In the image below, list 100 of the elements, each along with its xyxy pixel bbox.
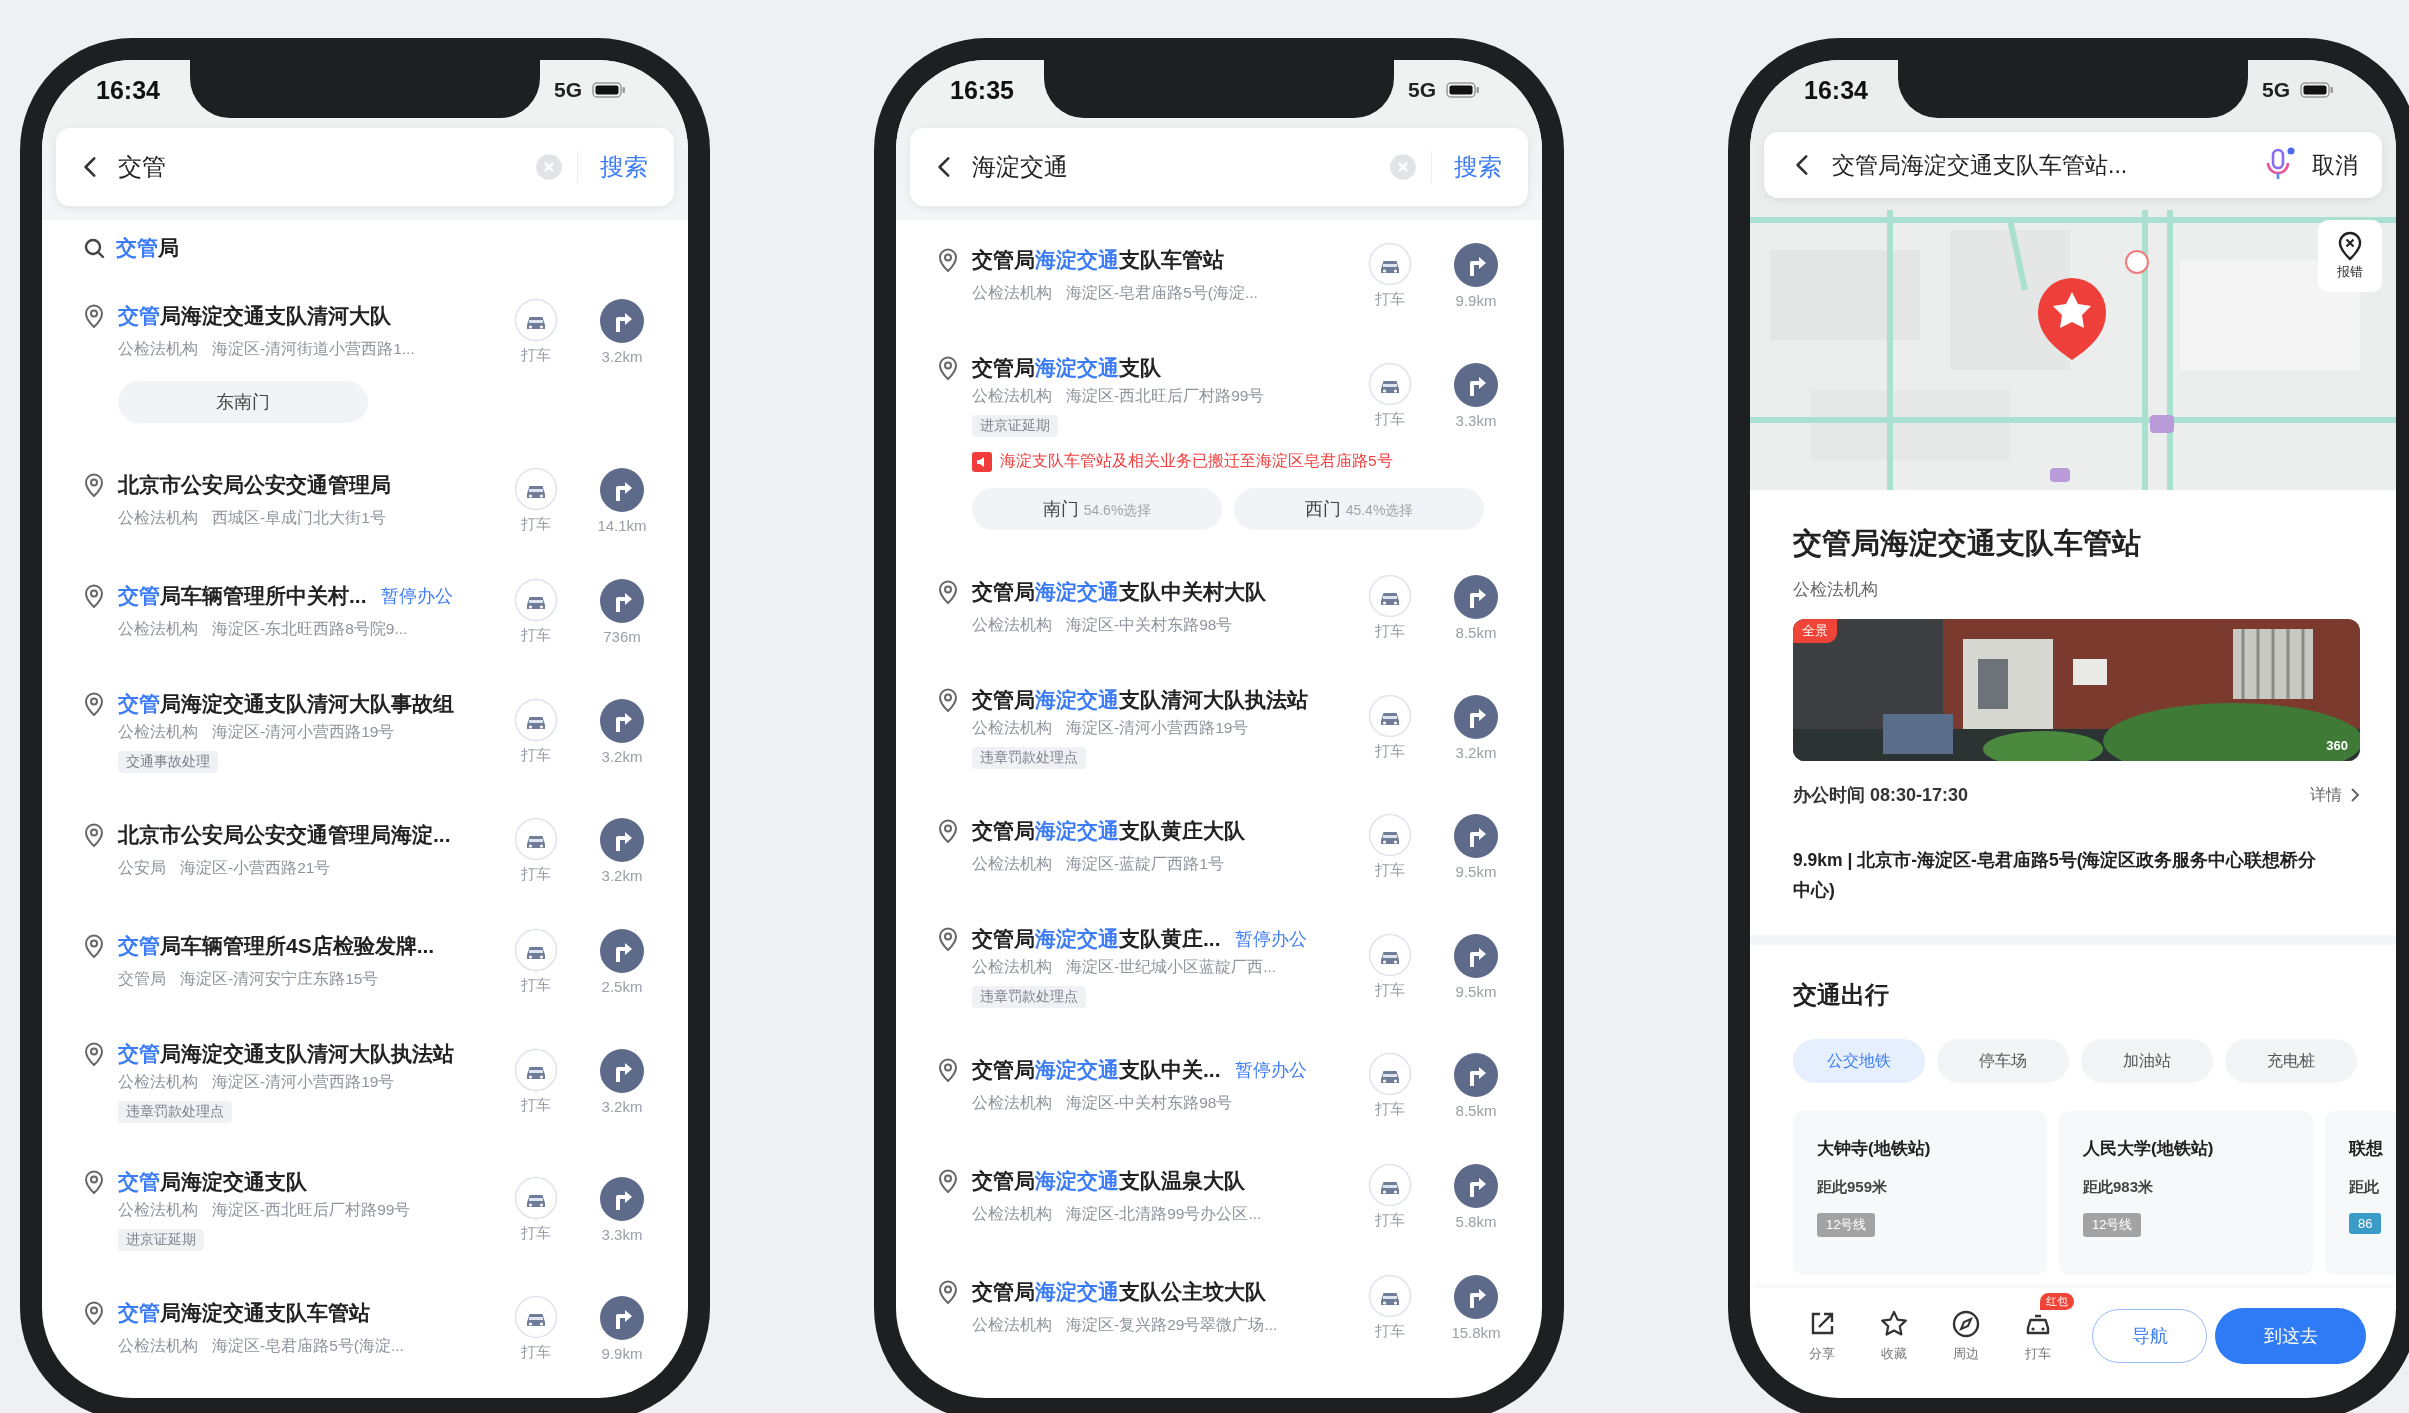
car-icon — [514, 928, 558, 972]
taxi-button[interactable]: 打车 — [498, 1295, 574, 1362]
address-text: 海淀区-中关村东路98号 — [1066, 1093, 1233, 1114]
result-item[interactable]: 交管局海淀交通支队车管站 公检法机构 海淀区-皂君庙路5号(海淀... 打车 9.9km — [896, 220, 1542, 331]
route-button[interactable]: 3.2km — [582, 298, 662, 365]
station-name: 大钟寺(地铁站) — [1817, 1138, 1931, 1160]
result-item[interactable]: 交管局海淀交通支队黄庄... 暂停办公 公检法机构 海淀区-世纪城小区蓝靛厂西... 违章罚款处理点 打车 9.5km — [896, 902, 1542, 1030]
suggestion-text[interactable]: 交管局 — [116, 234, 179, 262]
taxi-button[interactable]: 打车 — [1352, 574, 1428, 641]
filter-chip[interactable]: 公交地铁 — [1793, 1039, 1925, 1083]
result-item[interactable]: 交管局海淀交通支队清河大队 公检法机构 海淀区-清河街道小营西路1... 打车 3.2km 东南门 — [42, 276, 688, 445]
search-query[interactable]: 交管 — [118, 151, 521, 183]
station-distance: 距此959米 — [1817, 1178, 1888, 1197]
taxi-button[interactable]: 打车 — [498, 817, 574, 884]
search-button[interactable]: 搜索 — [1431, 151, 1502, 183]
result-item[interactable]: 交管局海淀交通支队清河大队执法站 公检法机构 海淀区-清河小营西路19号 违章罚款处理点 打车 3.2km — [42, 1017, 688, 1145]
entrance-button[interactable]: 东南门 — [118, 381, 368, 423]
route-button[interactable]: 3.2km — [1436, 693, 1516, 761]
result-item[interactable]: 交管局海淀交通支队清河大队执法站 公检法机构 海淀区-清河小营西路19号 违章罚款处理点 打车 3.2km — [896, 663, 1542, 791]
place-name: 交管局海淀交通支队清河大队 — [118, 302, 391, 329]
filter-chip[interactable]: 充电桩 — [2225, 1039, 2357, 1083]
category-label: 公检法机构 — [972, 1204, 1052, 1225]
place-name: 交管局海淀交通支队清河大队事故组 — [118, 691, 454, 717]
entrance-button[interactable]: 南门 54.6%选择 — [972, 488, 1222, 530]
result-item[interactable]: 交管局海淀交通支队清河大队事故组 公检法机构 海淀区-清河小营西路19号 交通事故处理 打车 3.2km — [42, 667, 688, 795]
route-button[interactable]: 3.3km — [1436, 361, 1516, 429]
station-card[interactable]: 人民大学(地铁站) 距此983米 12号线 — [2059, 1111, 2313, 1275]
place-name: 交管局海淀交通支队中关... — [972, 1056, 1221, 1083]
go-here-button[interactable]: 到这去 — [2215, 1308, 2366, 1364]
taxi-button[interactable]: 打车 — [2006, 1309, 2070, 1363]
map-pin-icon — [2337, 231, 2363, 261]
taxi-button[interactable]: 打车 — [1352, 1163, 1428, 1230]
taxi-button[interactable]: 打车 — [1352, 813, 1428, 880]
taxi-button[interactable]: 打车 — [1352, 1274, 1428, 1341]
result-item[interactable]: 交管局海淀交通支队车管站 公检法机构 海淀区-皂君庙路5号(海淀... 打车 9.9km — [42, 1273, 688, 1384]
route-button[interactable]: 9.9km — [582, 1295, 662, 1362]
filter-chip[interactable]: 加油站 — [2081, 1039, 2213, 1083]
car-icon — [1368, 932, 1412, 977]
nearby-button[interactable]: 周边 — [1934, 1309, 1998, 1363]
search-query[interactable]: 海淀交通 — [972, 151, 1375, 183]
result-item[interactable]: 交管局车辆管理所中关村... 暂停办公 公检法机构 海淀区-东北旺西路8号院9... 打车 736m — [42, 556, 688, 667]
taxi-button[interactable]: 打车 — [498, 1175, 574, 1243]
search-query[interactable]: 交管局海淀交通支队车管站... — [1832, 149, 2246, 181]
route-button[interactable]: 14.1km — [582, 467, 662, 534]
station-card[interactable]: 联想 距此 86 — [2325, 1111, 2396, 1275]
result-item[interactable]: 交管局海淀交通支队公主坟大队 公检法机构 海淀区-复兴路29号翠微广场... 打车 15.8km — [896, 1252, 1542, 1363]
taxi-button[interactable]: 打车 — [1352, 693, 1428, 761]
cancel-button[interactable]: 取消 — [2312, 149, 2358, 181]
result-item[interactable]: 交管局车辆管理所4S店检验发牌... 交管局 海淀区-清河安宁庄东路15号 打车 2.5km — [42, 906, 688, 1017]
taxi-button[interactable]: 打车 — [498, 578, 574, 645]
entrance-button[interactable]: 西门 45.4%选择 — [1234, 488, 1484, 530]
result-item[interactable]: 交管局海淀交通支队黄庄大队 公检法机构 海淀区-蓝靛厂西路1号 打车 9.5km — [896, 791, 1542, 902]
filter-chip[interactable]: 停车场 — [1937, 1039, 2069, 1083]
location-pin-icon — [82, 302, 106, 329]
place-name: 交管局海淀交通支队黄庄大队 — [972, 817, 1245, 844]
route-button[interactable]: 3.2km — [582, 697, 662, 765]
route-button[interactable]: 3.3km — [582, 1175, 662, 1243]
location-pin-icon — [82, 582, 106, 609]
result-item[interactable]: 交管局海淀交通支队温泉大队 公检法机构 海淀区-北清路99号办公区... 打车 5.8km — [896, 1141, 1542, 1252]
route-button[interactable]: 736m — [582, 578, 662, 645]
result-item[interactable]: 交管局海淀交通支队 公检法机构 海淀区-西北旺后厂村路99号 进京证延期 打车 3.3km 海淀支队车管站及相关业务已搬迁至海淀区皂君庙路5号 南门 54.6%选择 西门 45.4%选择 — [896, 331, 1542, 552]
star-icon — [1879, 1309, 1909, 1339]
route-button[interactable]: 3.2km — [582, 1047, 662, 1115]
share-button[interactable]: 分享 — [1790, 1309, 1854, 1363]
result-item[interactable]: 交管局海淀交通支队中关... 暂停办公 公检法机构 海淀区-中关村东路98号 打车 8.5km — [896, 1030, 1542, 1141]
result-item[interactable]: 交管局海淀交通支队 公检法机构 海淀区-西北旺后厂村路99号 进京证延期 打车 3.3km — [42, 1145, 688, 1273]
taxi-button[interactable]: 打车 — [1352, 242, 1428, 309]
compass-icon — [1951, 1309, 1981, 1339]
route-button[interactable]: 15.8km — [1436, 1274, 1516, 1341]
place-name: 交管局海淀交通支队黄庄... — [972, 926, 1221, 952]
route-button[interactable]: 9.9km — [1436, 242, 1516, 309]
result-item[interactable]: 北京市公安局公安交通管理局 公检法机构 西城区-阜成门北大街1号 打车 14.1km — [42, 445, 688, 556]
route-button[interactable]: 9.5km — [1436, 932, 1516, 1000]
taxi-button[interactable]: 打车 — [1352, 932, 1428, 1000]
route-button[interactable]: 3.2km — [582, 817, 662, 884]
address-text: 海淀区-小营西路21号 — [180, 858, 331, 879]
search-button[interactable]: 搜索 — [577, 151, 648, 183]
taxi-button[interactable]: 打车 — [1352, 361, 1428, 429]
route-button[interactable]: 8.5km — [1436, 1052, 1516, 1119]
taxi-button[interactable]: 打车 — [498, 697, 574, 765]
taxi-button[interactable]: 打车 — [498, 928, 574, 995]
route-button[interactable]: 9.5km — [1436, 813, 1516, 880]
taxi-button[interactable]: 打车 — [498, 467, 574, 534]
route-button[interactable]: 2.5km — [582, 928, 662, 995]
station-card[interactable]: 大钟寺(地铁站) 距此959米 12号线 — [1793, 1111, 2047, 1275]
report-button[interactable]: 报错 — [2318, 220, 2382, 292]
place-name: 交管局海淀交通支队清河大队执法站 — [118, 1041, 454, 1067]
result-item[interactable]: 北京市公安局公安交通管理局海淀... 公安局 海淀区-小营西路21号 打车 3.2km — [42, 795, 688, 906]
result-item[interactable]: 交管局海淀交通支队中关村大队 公检法机构 海淀区-中关村东路98号 打车 8.5km — [896, 552, 1542, 663]
taxi-button[interactable]: 打车 — [498, 298, 574, 365]
details-link[interactable]: 详情 — [2310, 784, 2360, 806]
navigate-button[interactable]: 导航 — [2092, 1309, 2208, 1363]
favorite-button[interactable]: 收藏 — [1862, 1309, 1926, 1363]
route-button[interactable]: 8.5km — [1436, 574, 1516, 641]
taxi-button[interactable]: 打车 — [1352, 1052, 1428, 1119]
route-button[interactable]: 5.8km — [1436, 1163, 1516, 1230]
category-label: 公检法机构 — [118, 339, 198, 360]
taxi-button[interactable]: 打车 — [498, 1047, 574, 1115]
location-pin-icon — [936, 817, 960, 844]
address-text: 海淀区-清河安宁庄东路15号 — [180, 969, 379, 990]
